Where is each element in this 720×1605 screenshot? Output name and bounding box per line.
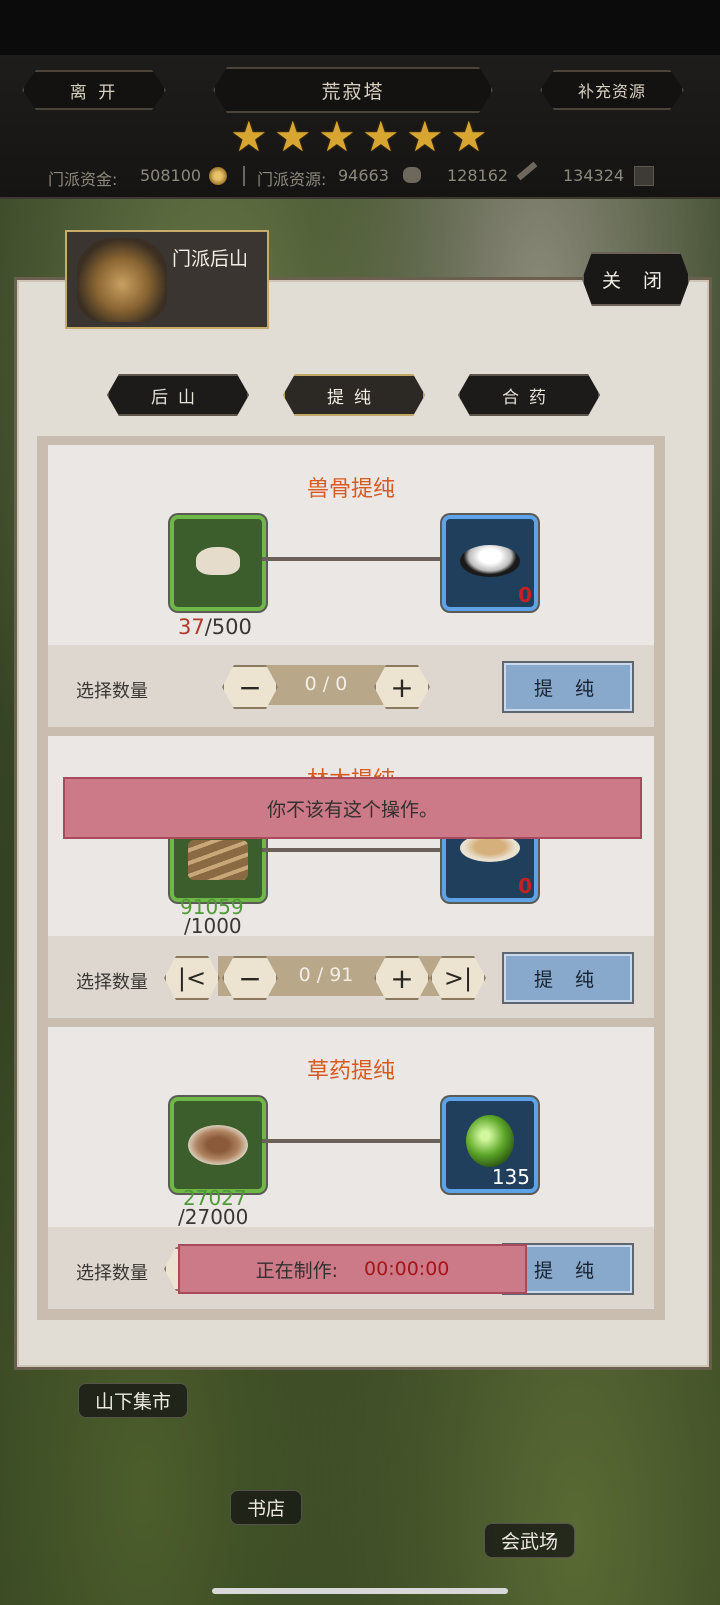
quantity-label: 选择数量 — [76, 1263, 148, 1284]
resource-3-value: 134324 — [563, 166, 625, 185]
output-count: 0 — [518, 874, 532, 898]
material-count: 91059 /1000 — [180, 897, 290, 938]
bone-resource-icon — [403, 167, 421, 183]
tab-backmountain[interactable]: 后山 — [107, 374, 249, 416]
panel-title: 门派后山 — [172, 248, 249, 270]
leave-button[interactable]: 离 开 — [22, 70, 166, 110]
material-need: /1000 — [184, 914, 242, 938]
panel-header: 门派后山 — [65, 230, 269, 329]
powder-bowl-icon — [460, 545, 520, 577]
map-location-arena[interactable]: 会武场 — [484, 1523, 576, 1558]
connector-line — [262, 1139, 440, 1143]
output-count: 135 — [491, 1165, 530, 1189]
tab-refine[interactable]: 提纯 — [283, 374, 425, 416]
material-have: 37 — [178, 615, 205, 639]
resources-label: 门派资源: — [257, 170, 327, 189]
map-location-bookstore[interactable]: 书店 — [230, 1490, 303, 1525]
refine-button[interactable]: 提 纯 — [502, 661, 634, 713]
recipe-title: 草药提纯 — [306, 1059, 395, 1084]
star-icon: ★ — [230, 112, 268, 161]
star-icon: ★ — [318, 112, 356, 161]
resource-1-value: 94663 — [338, 166, 389, 185]
location-title: 荒寂塔 — [213, 67, 493, 113]
divider — [243, 166, 245, 186]
material-count: 27027 /27000 — [178, 1188, 298, 1229]
connector-line — [262, 848, 440, 852]
quantity-row: 选择数量 − 0 / 0 + 提 纯 — [48, 645, 654, 727]
close-button[interactable]: 关 闭 — [582, 252, 690, 306]
material-count: 37/500 — [178, 615, 252, 639]
crafting-status-overlay: 正在制作: 00:00:00 — [178, 1244, 527, 1294]
map-location-market[interactable]: 山下集市 — [78, 1383, 189, 1418]
logs-icon — [188, 840, 248, 880]
star-icon: ★ — [274, 112, 312, 161]
quantity-label: 选择数量 — [76, 681, 148, 702]
min-button[interactable]: |< — [164, 956, 220, 1000]
connector-line — [262, 557, 440, 561]
star-rating: ★ ★ ★ ★ ★ ★ — [230, 112, 488, 161]
input-slot-herb[interactable] — [170, 1097, 266, 1193]
input-slot-bone[interactable] — [170, 515, 266, 611]
output-slot-bone-powder[interactable]: 0 — [442, 515, 538, 611]
star-icon: ★ — [406, 112, 444, 161]
output-count: 0 — [518, 583, 532, 607]
star-icon: ★ — [362, 112, 400, 161]
error-toast: 你不该有这个操作。 — [63, 777, 642, 839]
resource-2-value: 128162 — [447, 166, 509, 185]
crafting-label: 正在制作: — [255, 1259, 339, 1282]
funds-label: 门派资金: — [48, 170, 118, 189]
star-icon: ★ — [450, 112, 488, 161]
replenish-resources-button[interactable]: 补充资源 — [540, 70, 684, 110]
material-need: /500 — [204, 615, 252, 639]
refine-button[interactable]: 提 纯 — [502, 952, 634, 1004]
herb-plate-icon — [188, 1125, 248, 1165]
coin-icon — [209, 167, 227, 185]
skull-icon — [196, 547, 240, 575]
recipe-title: 兽骨提纯 — [306, 477, 395, 502]
cauldron-icon — [77, 238, 167, 322]
tab-combine-medicine[interactable]: 合药 — [458, 374, 600, 416]
quantity-row: 选择数量 |< − 0 / 91 + >| 提 纯 — [48, 936, 654, 1018]
recipe-card-bone: 兽骨提纯 0 37/500 选择数量 − 0 / 0 + 提 纯 — [48, 445, 654, 727]
material-need: /27000 — [178, 1205, 249, 1229]
quantity-value: 0 / 91 — [298, 964, 354, 986]
funds-value: 508100 — [140, 166, 202, 185]
crafting-timer: 00:00:00 — [364, 1258, 450, 1280]
quantity-value: 0 / 0 — [304, 673, 348, 695]
output-slot-potion[interactable]: 135 — [442, 1097, 538, 1193]
potion-flask-icon — [466, 1115, 514, 1167]
home-indicator[interactable] — [212, 1588, 508, 1594]
box-resource-icon — [634, 166, 654, 186]
quantity-label: 选择数量 — [76, 972, 148, 993]
